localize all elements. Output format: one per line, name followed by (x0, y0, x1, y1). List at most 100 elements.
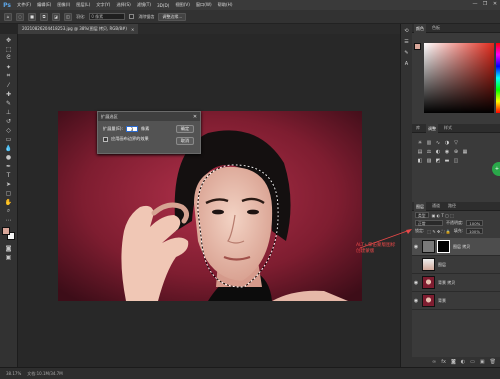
shape-tool-icon[interactable]: ▢ (2, 189, 16, 197)
gradient-tool-icon[interactable]: ▭ (2, 135, 16, 143)
tab-styles[interactable]: 样式 (442, 125, 454, 131)
layer-mask-thumbnail[interactable] (437, 240, 450, 253)
tab-libraries[interactable]: 库 (414, 125, 422, 131)
floating-helper-button[interactable]: + (492, 162, 500, 176)
tab-layers[interactable]: 图层 (414, 201, 426, 211)
hue-saturation-icon[interactable]: ▤ (417, 149, 423, 155)
feather-input[interactable]: 0 像素 (89, 13, 126, 20)
history-brush-icon[interactable]: ↺ (2, 117, 16, 125)
selective-color-icon[interactable]: ◫ (453, 158, 459, 164)
layer-style-icon[interactable]: fx (441, 359, 446, 365)
color-swatches[interactable] (1, 227, 16, 241)
marquee-tool-icon[interactable]: ⬚ (2, 45, 16, 53)
lasso-tool-icon[interactable]: ᘓ (2, 54, 16, 62)
layer-row[interactable]: 图层 (412, 256, 500, 274)
intersect-selection-icon[interactable]: ◫ (64, 12, 72, 21)
move-tool-icon[interactable]: ✥ (2, 36, 16, 44)
subtract-selection-icon[interactable]: ◪ (52, 12, 60, 21)
new-layer-icon[interactable]: ▣ (480, 359, 485, 365)
threshold-icon[interactable]: ◩ (435, 158, 441, 164)
eyedropper-icon[interactable]: ⁄ (2, 81, 16, 89)
properties-icon[interactable]: ☰ (403, 38, 411, 46)
screen-mode-icon[interactable]: ▣ (2, 253, 16, 261)
lasso-tool-icon[interactable]: ◌ (16, 12, 24, 21)
zoom-tool-icon[interactable]: ⌕ (2, 207, 16, 215)
menu-item[interactable]: 编辑(E) (34, 2, 54, 8)
foreground-color-swatch[interactable] (1, 227, 10, 235)
healing-brush-icon[interactable]: ✚ (2, 90, 16, 98)
clone-stamp-icon[interactable]: ⊥ (2, 108, 16, 116)
blend-mode-select[interactable]: 正常 (415, 220, 443, 226)
menu-item[interactable]: 窗口(W) (193, 2, 215, 8)
close-icon[interactable]: ✕ (492, 1, 498, 7)
group-icon[interactable]: ▭ (470, 359, 475, 365)
dialog-close-icon[interactable]: ✕ (192, 114, 198, 120)
dodge-tool-icon[interactable]: ● (2, 153, 16, 161)
color-balance-icon[interactable]: ⚖ (426, 149, 432, 155)
menu-item[interactable]: 3D(D) (154, 3, 172, 8)
crop-tool-icon[interactable]: ⌗ (2, 72, 16, 80)
minimize-icon[interactable]: — (472, 1, 478, 7)
menu-item[interactable]: 文字(Y) (93, 2, 113, 8)
menu-item[interactable]: 帮助(H) (215, 2, 236, 8)
exposure-icon[interactable]: ◑ (444, 140, 450, 146)
curves-icon[interactable]: ∿ (435, 140, 441, 146)
levels-icon[interactable]: ▥ (426, 140, 432, 146)
tab-swatches[interactable]: 色板 (430, 25, 442, 31)
visibility-icon[interactable]: ◉ (412, 280, 420, 286)
path-select-icon[interactable]: ➤ (2, 180, 16, 188)
ok-button[interactable]: 确定 (176, 125, 194, 133)
tab-close-icon[interactable]: × (131, 27, 134, 32)
filter-icons[interactable]: ▣ ◐ T ▢ ⬚ (432, 213, 454, 218)
gradient-map-icon[interactable]: ▬ (444, 158, 450, 164)
refine-edge-button[interactable]: 调整边缘... (158, 12, 187, 21)
cancel-button[interactable]: 取消 (176, 137, 194, 145)
layer-row[interactable]: ◉ 背景 拷贝 (412, 274, 500, 292)
invert-icon[interactable]: ◧ (417, 158, 423, 164)
restore-icon[interactable]: ❐ (482, 1, 488, 7)
hue-slider[interactable] (496, 43, 500, 113)
menu-item[interactable]: 文件(F) (14, 2, 34, 8)
vibrance-icon[interactable]: ▽ (453, 140, 459, 146)
menu-item[interactable]: 视图(V) (172, 2, 193, 8)
hand-tool-icon[interactable]: ✋ (2, 198, 16, 206)
zoom-level[interactable]: 38.17% (6, 371, 21, 376)
document-tab[interactable]: 20210826204418253.jpg @ 38%(图层 拷贝, RGB/8… (18, 24, 139, 34)
pen-tool-icon[interactable]: ✒ (2, 162, 16, 170)
layer-row[interactable]: ◉ 背景 (412, 292, 500, 310)
tab-adjustments[interactable]: 调整 (426, 123, 438, 133)
menu-item[interactable]: 图层(L) (73, 2, 93, 8)
blur-tool-icon[interactable]: 💧 (2, 144, 16, 152)
black-white-icon[interactable]: ◐ (435, 149, 441, 155)
dialog-titlebar[interactable]: 扩展选区 ✕ (98, 112, 200, 121)
type-tool-icon[interactable]: T (2, 171, 16, 179)
lock-icons[interactable]: ⬚ ✎ ✥ ⛶ 🔒 (427, 229, 450, 234)
layer-kind-select[interactable]: 类型 (415, 212, 429, 218)
menu-item[interactable]: 滤镜(T) (134, 2, 154, 8)
posterize-icon[interactable]: ▨ (426, 158, 432, 164)
history-icon[interactable]: ⟲ (403, 27, 411, 35)
canvas-area[interactable] (18, 34, 400, 367)
home-icon[interactable]: ⌂ (4, 12, 12, 21)
eraser-tool-icon[interactable]: ◇ (2, 126, 16, 134)
adjustment-layer-icon[interactable]: ◐ (461, 359, 465, 365)
brightness-icon[interactable]: ☀ (417, 140, 423, 146)
add-selection-icon[interactable]: ⧉ (40, 12, 48, 21)
quick-mask-icon[interactable]: ◙ (2, 244, 16, 252)
trash-icon[interactable]: 🗑 (490, 359, 496, 365)
brush-tool-icon[interactable]: ✎ (2, 99, 16, 107)
menu-item[interactable]: 图像(I) (54, 2, 73, 8)
more-tools-icon[interactable]: ⋯ (2, 216, 16, 224)
foreground-color-chip[interactable] (414, 43, 421, 50)
brush-settings-icon[interactable]: ✎ (403, 49, 411, 57)
canvas-bounds-checkbox[interactable] (103, 136, 108, 142)
channel-mixer-icon[interactable]: ⊕ (453, 149, 459, 155)
fill-input[interactable]: 100% (466, 228, 483, 234)
layer-row[interactable]: ◉ 图层 拷贝 (412, 238, 500, 256)
link-layers-icon[interactable]: ∞ (432, 359, 436, 365)
antialias-checkbox[interactable] (129, 14, 135, 19)
menu-item[interactable]: 选择(S) (113, 2, 133, 8)
tab-channels[interactable]: 通道 (430, 203, 442, 209)
color-lookup-icon[interactable]: ▦ (462, 149, 468, 155)
color-field[interactable] (424, 43, 494, 113)
